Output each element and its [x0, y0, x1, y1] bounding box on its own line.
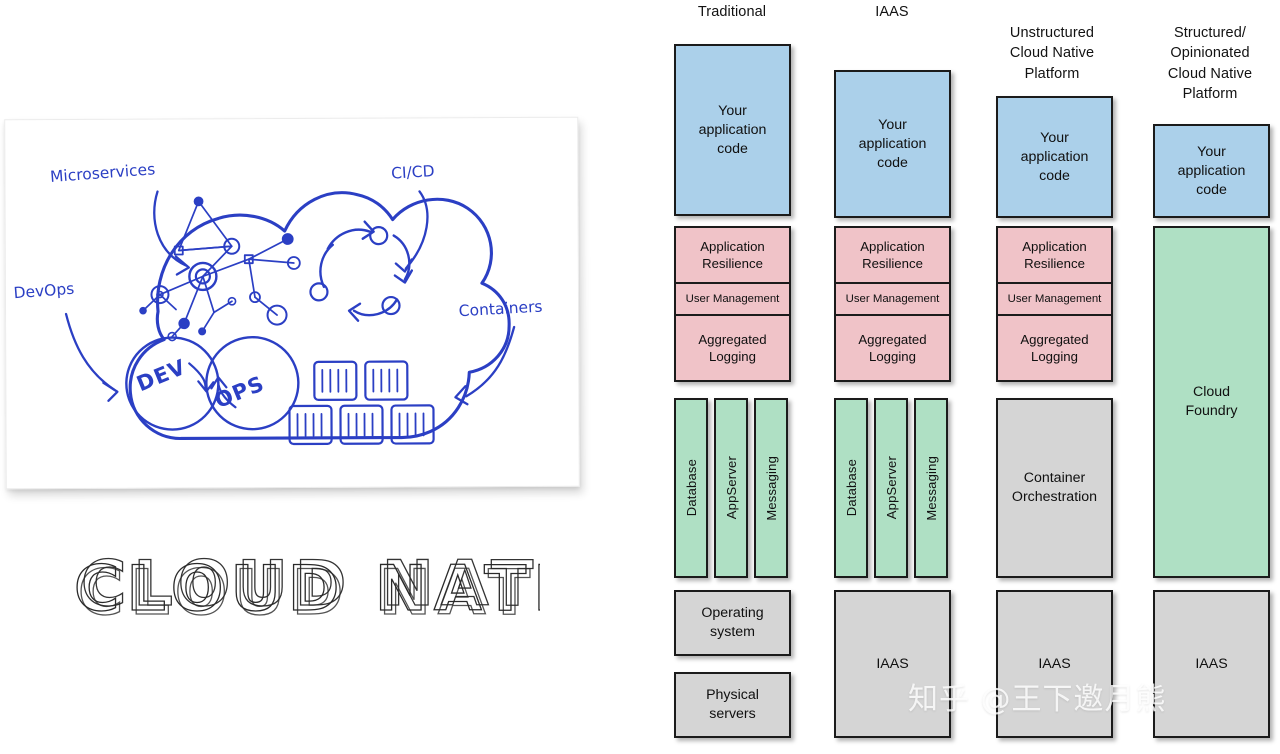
- cicd-cycle-icon: [309, 220, 414, 322]
- container-boxes: [288, 360, 435, 446]
- block-traditional-application-resilience: Application Resilience: [674, 226, 791, 284]
- block-unstructured-user-management: User Management: [996, 282, 1113, 316]
- hand-drawn-cloud-illustration: Microservices CI/CD DevOps Containers DE…: [13, 160, 543, 446]
- block-unstructured-app-code: Your application code: [996, 96, 1113, 218]
- circle-label-dev: DEV: [133, 355, 189, 397]
- annotation-containers: Containers: [458, 298, 543, 321]
- group-traditional-platform-services: Application Resilience User Management A…: [674, 226, 791, 382]
- block-traditional-operating-system: Operating system: [674, 590, 791, 656]
- block-iaas-iaas: IAAS: [834, 590, 951, 738]
- block-label: Your application code: [858, 116, 927, 171]
- group-unstructured-platform-services: Application Resilience User Management A…: [996, 226, 1113, 382]
- block-label: AppServer: [723, 456, 739, 520]
- block-label: Container Orchestration: [1011, 470, 1098, 505]
- block-traditional-appserver: AppServer: [714, 398, 748, 578]
- block-label: IAAS: [1195, 655, 1228, 672]
- block-label: Application Resilience: [1022, 238, 1087, 272]
- block-unstructured-iaas: IAAS: [996, 590, 1113, 738]
- column-title-text-structured: Structured/ Opinionated Cloud Native Pla…: [1167, 24, 1253, 103]
- block-label: Database: [683, 459, 699, 517]
- block-label: Your application code: [698, 102, 767, 157]
- cloud-outline: [128, 191, 511, 441]
- block-label: Aggregated Logging: [1020, 331, 1089, 365]
- block-label: Application Resilience: [860, 238, 925, 272]
- wordmark-text: CLOUD NATIVE: [60, 548, 68, 549]
- block-label: Cloud Foundry: [1185, 384, 1238, 419]
- block-label: Operating system: [701, 605, 764, 640]
- block-label: AppServer: [883, 456, 899, 520]
- column-title-structured: Structured/ Opinionated Cloud Native Pla…: [1136, 2, 1280, 105]
- block-structured-iaas: IAAS: [1153, 590, 1270, 738]
- block-iaas-user-management: User Management: [834, 282, 951, 316]
- cloud-native-sketch-panel: Microservices CI/CD DevOps Containers DE…: [0, 0, 640, 754]
- block-label: User Management: [685, 292, 780, 305]
- block-unstructured-aggregated-logging: Aggregated Logging: [996, 314, 1113, 382]
- column-title-iaas: IAAS: [818, 2, 966, 23]
- platform-stack-diagram: Traditional IAAS Unstructured Cloud Nati…: [640, 0, 1280, 754]
- block-label: Physical servers: [706, 687, 759, 722]
- block-label: Aggregated Logging: [698, 331, 767, 365]
- group-iaas-platform-services: Application Resilience User Management A…: [834, 226, 951, 382]
- block-label: Your application code: [1177, 143, 1246, 198]
- block-label: Database: [843, 459, 859, 517]
- block-iaas-appserver: AppServer: [874, 398, 908, 578]
- column-title-unstructured: Unstructured Cloud Native Platform: [978, 2, 1126, 84]
- block-traditional-physical-servers: Physical servers: [674, 672, 791, 738]
- block-label: IAAS: [1038, 655, 1071, 672]
- block-label: Your application code: [1020, 129, 1089, 184]
- column-title-text-unstructured: Unstructured Cloud Native Platform: [1009, 24, 1095, 82]
- block-label: Messaging: [923, 455, 939, 521]
- block-label: User Management: [845, 292, 940, 305]
- annotation-microservices: Microservices: [49, 160, 155, 186]
- annotation-cicd: CI/CD: [391, 162, 435, 182]
- column-title-text-traditional: Traditional: [697, 4, 767, 20]
- block-label: Aggregated Logging: [858, 331, 927, 365]
- block-iaas-aggregated-logging: Aggregated Logging: [834, 314, 951, 382]
- column-title-traditional: Traditional: [658, 2, 806, 23]
- block-traditional-app-code: Your application code: [674, 44, 791, 216]
- block-traditional-messaging: Messaging: [754, 398, 788, 578]
- block-label: IAAS: [876, 655, 909, 672]
- sketch-card: Microservices CI/CD DevOps Containers DE…: [4, 116, 580, 490]
- block-structured-app-code: Your application code: [1153, 124, 1270, 218]
- block-traditional-aggregated-logging: Aggregated Logging: [674, 314, 791, 382]
- block-label: Application Resilience: [700, 238, 765, 272]
- block-iaas-app-code: Your application code: [834, 70, 951, 218]
- block-iaas-database: Database: [834, 398, 868, 578]
- column-title-text-iaas: IAAS: [875, 4, 909, 20]
- block-traditional-user-management: User Management: [674, 282, 791, 316]
- block-unstructured-container-orchestration: Container Orchestration: [996, 398, 1113, 578]
- block-structured-cloud-foundry: Cloud Foundry: [1153, 226, 1270, 578]
- block-label: Messaging: [763, 455, 779, 521]
- block-label: User Management: [1007, 292, 1102, 305]
- annotation-devops: DevOps: [13, 280, 75, 302]
- cloud-native-wordmark: CLOUD NATIVE CLOUD NATIVE: [60, 548, 540, 630]
- block-iaas-messaging: Messaging: [914, 398, 948, 578]
- block-traditional-database: Database: [674, 398, 708, 578]
- block-iaas-application-resilience: Application Resilience: [834, 226, 951, 284]
- block-unstructured-application-resilience: Application Resilience: [996, 226, 1113, 284]
